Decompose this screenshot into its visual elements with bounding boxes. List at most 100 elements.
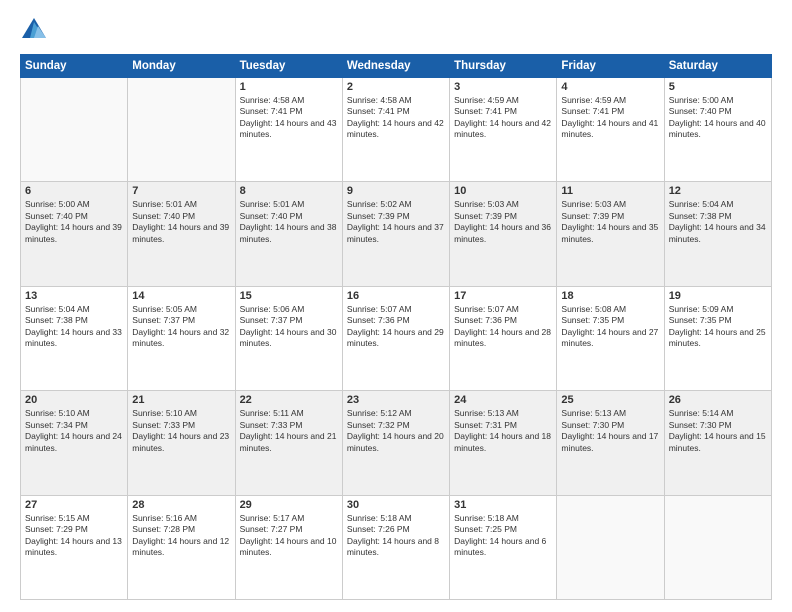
- calendar-cell: 24 Sunrise: 5:13 AM Sunset: 7:31 PM Dayli…: [450, 391, 557, 495]
- cell-info: Sunrise: 5:18 AM Sunset: 7:26 PM Dayligh…: [347, 513, 445, 559]
- calendar-cell: 26 Sunrise: 5:14 AM Sunset: 7:30 PM Dayli…: [664, 391, 771, 495]
- day-number: 28: [132, 499, 230, 511]
- day-number: 8: [240, 185, 338, 197]
- calendar-cell: 6 Sunrise: 5:00 AM Sunset: 7:40 PM Daylig…: [21, 182, 128, 286]
- calendar-cell: 2 Sunrise: 4:58 AM Sunset: 7:41 PM Daylig…: [342, 78, 449, 182]
- day-number: 27: [25, 499, 123, 511]
- calendar-cell: [128, 78, 235, 182]
- day-number: 11: [561, 185, 659, 197]
- calendar-header-wednesday: Wednesday: [342, 55, 449, 78]
- cell-info: Sunrise: 4:58 AM Sunset: 7:41 PM Dayligh…: [347, 95, 445, 141]
- day-number: 23: [347, 394, 445, 406]
- calendar-cell: 23 Sunrise: 5:12 AM Sunset: 7:32 PM Dayli…: [342, 391, 449, 495]
- cell-info: Sunrise: 5:04 AM Sunset: 7:38 PM Dayligh…: [669, 199, 767, 245]
- calendar-week-row: 20Sunrise: 5:10 AM Sunset: 7:34 PM Dayli…: [21, 391, 772, 495]
- cell-info: Sunrise: 5:05 AM Sunset: 7:37 PM Dayligh…: [132, 304, 230, 350]
- calendar-header-saturday: Saturday: [664, 55, 771, 78]
- cell-info: Sunrise: 5:06 AM Sunset: 7:37 PM Dayligh…: [240, 304, 338, 350]
- day-number: 3: [454, 81, 552, 93]
- calendar-cell: [21, 78, 128, 182]
- calendar-cell: 13Sunrise: 5:04 AM Sunset: 7:38 PM Dayli…: [21, 286, 128, 390]
- cell-info: Sunrise: 5:18 AM Sunset: 7:25 PM Dayligh…: [454, 513, 552, 559]
- calendar-cell: [664, 495, 771, 599]
- day-number: 26: [669, 394, 767, 406]
- cell-info: Sunrise: 5:13 AM Sunset: 7:30 PM Dayligh…: [561, 408, 659, 454]
- calendar-cell: 22 Sunrise: 5:11 AM Sunset: 7:33 PM Dayli…: [235, 391, 342, 495]
- day-number: 21: [132, 394, 230, 406]
- cell-info: Sunrise: 5:15 AM Sunset: 7:29 PM Dayligh…: [25, 513, 123, 559]
- cell-info: Sunrise: 5:09 AM Sunset: 7:35 PM Dayligh…: [669, 304, 767, 350]
- calendar-cell: 8 Sunrise: 5:01 AM Sunset: 7:40 PM Daylig…: [235, 182, 342, 286]
- calendar-week-row: 27 Sunrise: 5:15 AM Sunset: 7:29 PM Dayli…: [21, 495, 772, 599]
- day-number: 29: [240, 499, 338, 511]
- logo: [20, 16, 52, 44]
- calendar-table: SundayMondayTuesdayWednesdayThursdayFrid…: [20, 54, 772, 600]
- cell-info: Sunrise: 5:03 AM Sunset: 7:39 PM Dayligh…: [561, 199, 659, 245]
- cell-info: Sunrise: 5:08 AM Sunset: 7:35 PM Dayligh…: [561, 304, 659, 350]
- cell-info: Sunrise: 5:01 AM Sunset: 7:40 PM Dayligh…: [240, 199, 338, 245]
- day-number: 4: [561, 81, 659, 93]
- cell-info: Sunrise: 5:07 AM Sunset: 7:36 PM Dayligh…: [347, 304, 445, 350]
- day-number: 5: [669, 81, 767, 93]
- calendar-cell: 4Sunrise: 4:59 AM Sunset: 7:41 PM Daylig…: [557, 78, 664, 182]
- day-number: 18: [561, 290, 659, 302]
- calendar-cell: 27 Sunrise: 5:15 AM Sunset: 7:29 PM Dayli…: [21, 495, 128, 599]
- calendar-header-tuesday: Tuesday: [235, 55, 342, 78]
- calendar-cell: 18 Sunrise: 5:08 AM Sunset: 7:35 PM Dayli…: [557, 286, 664, 390]
- day-number: 6: [25, 185, 123, 197]
- header: [20, 16, 772, 44]
- cell-info: Sunrise: 5:01 AM Sunset: 7:40 PM Dayligh…: [132, 199, 230, 245]
- day-number: 12: [669, 185, 767, 197]
- calendar-cell: 1Sunrise: 4:58 AM Sunset: 7:41 PM Daylig…: [235, 78, 342, 182]
- calendar-cell: 29Sunrise: 5:17 AM Sunset: 7:27 PM Dayli…: [235, 495, 342, 599]
- calendar-cell: 28 Sunrise: 5:16 AM Sunset: 7:28 PM Dayli…: [128, 495, 235, 599]
- cell-info: Sunrise: 5:03 AM Sunset: 7:39 PM Dayligh…: [454, 199, 552, 245]
- cell-info: Sunrise: 5:07 AM Sunset: 7:36 PM Dayligh…: [454, 304, 552, 350]
- calendar-cell: 14 Sunrise: 5:05 AM Sunset: 7:37 PM Dayli…: [128, 286, 235, 390]
- cell-info: Sunrise: 5:12 AM Sunset: 7:32 PM Dayligh…: [347, 408, 445, 454]
- cell-info: Sunrise: 5:10 AM Sunset: 7:33 PM Dayligh…: [132, 408, 230, 454]
- calendar-header-row: SundayMondayTuesdayWednesdayThursdayFrid…: [21, 55, 772, 78]
- calendar-week-row: 1 Sunrise: 4:58 AM Sunset: 7:41 PM Daylig…: [21, 78, 772, 182]
- calendar-cell: 25 Sunrise: 5:13 AM Sunset: 7:30 PM Dayli…: [557, 391, 664, 495]
- cell-info: Sunrise: 5:14 AM Sunset: 7:30 PM Dayligh…: [669, 408, 767, 454]
- calendar-cell: 5 Sunrise: 5:00 AM Sunset: 7:40 PM Daylig…: [664, 78, 771, 182]
- calendar-cell: 12 Sunrise: 5:04 AM Sunset: 7:38 PM Dayli…: [664, 182, 771, 286]
- day-number: 20: [25, 394, 123, 406]
- logo-icon: [20, 16, 48, 44]
- day-number: 17: [454, 290, 552, 302]
- cell-info: Sunrise: 5:16 AM Sunset: 7:28 PM Dayligh…: [132, 513, 230, 559]
- calendar-cell: 19 Sunrise: 5:09 AM Sunset: 7:35 PM Dayli…: [664, 286, 771, 390]
- day-number: 19: [669, 290, 767, 302]
- calendar-cell: 31 Sunrise: 5:18 AM Sunset: 7:25 PM Dayli…: [450, 495, 557, 599]
- calendar-cell: 11 Sunrise: 5:03 AM Sunset: 7:39 PM Dayli…: [557, 182, 664, 286]
- day-number: 14: [132, 290, 230, 302]
- cell-info: Sunrise: 5:00 AM Sunset: 7:40 PM Dayligh…: [25, 199, 123, 245]
- cell-info: Sunrise: 5:02 AM Sunset: 7:39 PM Dayligh…: [347, 199, 445, 245]
- calendar-cell: 16Sunrise: 5:07 AM Sunset: 7:36 PM Dayli…: [342, 286, 449, 390]
- calendar-header-thursday: Thursday: [450, 55, 557, 78]
- cell-info: Sunrise: 4:59 AM Sunset: 7:41 PM Dayligh…: [454, 95, 552, 141]
- day-number: 13: [25, 290, 123, 302]
- calendar-header-monday: Monday: [128, 55, 235, 78]
- calendar-cell: 9 Sunrise: 5:02 AM Sunset: 7:39 PM Daylig…: [342, 182, 449, 286]
- day-number: 15: [240, 290, 338, 302]
- day-number: 25: [561, 394, 659, 406]
- calendar-cell: 17 Sunrise: 5:07 AM Sunset: 7:36 PM Dayli…: [450, 286, 557, 390]
- cell-info: Sunrise: 5:11 AM Sunset: 7:33 PM Dayligh…: [240, 408, 338, 454]
- day-number: 9: [347, 185, 445, 197]
- day-number: 7: [132, 185, 230, 197]
- cell-info: Sunrise: 5:00 AM Sunset: 7:40 PM Dayligh…: [669, 95, 767, 141]
- day-number: 24: [454, 394, 552, 406]
- day-number: 22: [240, 394, 338, 406]
- day-number: 31: [454, 499, 552, 511]
- day-number: 2: [347, 81, 445, 93]
- calendar-cell: 3 Sunrise: 4:59 AM Sunset: 7:41 PM Daylig…: [450, 78, 557, 182]
- calendar-cell: 15 Sunrise: 5:06 AM Sunset: 7:37 PM Dayli…: [235, 286, 342, 390]
- calendar-header-friday: Friday: [557, 55, 664, 78]
- day-number: 1: [240, 81, 338, 93]
- calendar-cell: 10Sunrise: 5:03 AM Sunset: 7:39 PM Dayli…: [450, 182, 557, 286]
- calendar-cell: 30Sunrise: 5:18 AM Sunset: 7:26 PM Dayli…: [342, 495, 449, 599]
- calendar-cell: 20Sunrise: 5:10 AM Sunset: 7:34 PM Dayli…: [21, 391, 128, 495]
- cell-info: Sunrise: 5:13 AM Sunset: 7:31 PM Dayligh…: [454, 408, 552, 454]
